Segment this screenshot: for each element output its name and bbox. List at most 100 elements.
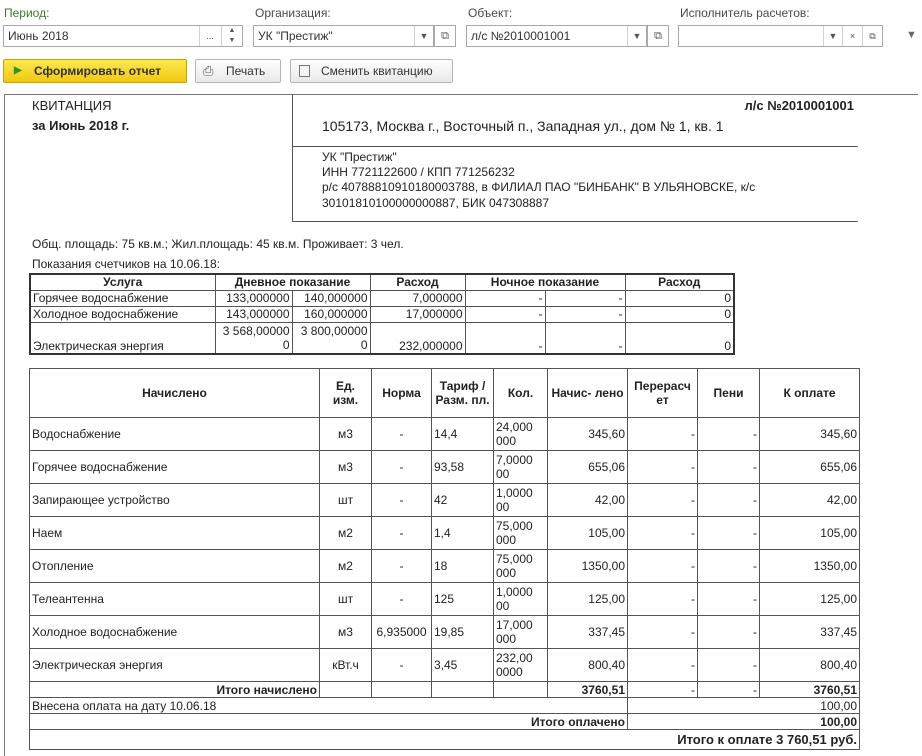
print-button[interactable]: ⎙ Печать xyxy=(195,59,281,83)
receipt-period: за Июнь 2018 г. xyxy=(32,118,130,133)
total-empty-cell xyxy=(319,681,372,698)
paid-total-label: Итого оплачено xyxy=(29,713,628,730)
meters-header-day: Дневное показание xyxy=(214,273,371,291)
paid-total-value: 100,00 xyxy=(627,713,860,730)
account-number: л/с №2010001001 xyxy=(744,98,854,113)
doc-top-border xyxy=(4,94,918,95)
org-divider xyxy=(292,221,858,222)
meter-night-curr: - xyxy=(544,289,626,307)
charge-recalc: - xyxy=(627,483,698,517)
clear-icon[interactable]: × xyxy=(842,26,862,46)
meters-header-night-usage: Расход xyxy=(624,273,735,291)
total-fine: - xyxy=(697,681,760,698)
charges-total-row: Итого начислено 3760,51 - - 3760,51 xyxy=(29,681,860,698)
charge-row: Горячее водоснабжение м3-93,58 7,0000 00 65… xyxy=(29,450,860,484)
charge-unit: м2 xyxy=(319,549,372,583)
meters-header-row: Услуга Дневное показание Расход Ночное п… xyxy=(29,273,735,291)
org-bank-line-1: р/с 40788810910180003788, в ФИЛИАЛ ПАО "… xyxy=(322,180,756,194)
meters-table: Услуга Дневное показание Расход Ночное п… xyxy=(29,273,735,355)
charge-unit: шт xyxy=(319,582,372,616)
chevron-down-icon[interactable]: ▼ xyxy=(414,26,433,46)
object-label: Объект: xyxy=(468,6,513,20)
meter-day-curr: 140,000000 xyxy=(291,289,371,307)
charge-pay: 655,06 xyxy=(759,450,860,484)
charge-charged: 125,00 xyxy=(547,582,628,616)
paid-value: 100,00 xyxy=(627,697,860,714)
charge-name: Электрическая энергия xyxy=(29,648,320,682)
charge-fine: - xyxy=(697,615,760,649)
total-empty-cell xyxy=(371,681,432,698)
meter-service: Горячее водоснабжение xyxy=(29,289,216,307)
total-charged-label: Итого начислено xyxy=(29,681,320,698)
period-field[interactable]: Июнь 2018 ... ▲ ▼ xyxy=(3,25,243,47)
charge-row: Запирающее устройство шт -42 1,0000 00 42,00… xyxy=(29,483,860,517)
period-choose-button[interactable]: ... xyxy=(199,26,220,46)
chevron-down-icon[interactable]: ▼ xyxy=(823,26,842,46)
object-open-icon[interactable]: ⧉ xyxy=(647,25,669,47)
charge-name: Запирающее устройство xyxy=(29,483,320,517)
org-bank-line-2: 30101810100000000887, БИК 047308887 xyxy=(322,196,550,210)
org-name: УК "Престиж" xyxy=(322,150,397,164)
document-icon xyxy=(299,65,310,77)
organization-open-icon[interactable]: ⧉ xyxy=(434,25,456,47)
charge-recalc: - xyxy=(627,417,698,451)
charge-recalc: - xyxy=(627,516,698,550)
meter-day-usage: 7,000000 xyxy=(369,289,466,307)
meter-night-curr: - xyxy=(544,305,626,323)
charges-header-name: Начислено xyxy=(29,368,320,418)
charge-recalc: - xyxy=(627,615,698,649)
charge-qty: 24,000 000 xyxy=(493,417,548,451)
org-inn: ИНН 7721122600 / КПП 771256232 xyxy=(322,165,515,179)
organization-value: УК "Престиж" xyxy=(258,29,333,43)
charge-norm: - xyxy=(371,450,432,484)
meter-night-curr: - xyxy=(544,321,626,355)
charge-norm: - xyxy=(371,483,432,517)
meters-header-day-usage: Расход xyxy=(369,273,466,291)
charge-unit: м3 xyxy=(319,615,372,649)
receipt-document: КВИТАНЦИЯ за Июнь 2018 г. л/с №201000100… xyxy=(0,90,922,756)
period-stepper[interactable]: ▲ ▼ xyxy=(221,26,242,46)
organization-field[interactable]: УК "Престиж" ▼ xyxy=(253,25,434,47)
change-receipt-button[interactable]: Сменить квитанцию xyxy=(290,59,453,83)
open-icon[interactable]: ⧉ xyxy=(862,26,882,46)
charge-charged: 42,00 xyxy=(547,483,628,517)
charge-qty: 232,00 0000 xyxy=(493,648,548,682)
charges-header-charged: Начис- лено xyxy=(547,368,628,418)
charge-pay: 105,00 xyxy=(759,516,860,550)
charge-qty: 17,000 000 xyxy=(493,615,548,649)
chevron-down-icon[interactable]: ▼ xyxy=(627,26,646,46)
executor-field[interactable]: ▼ × ⧉ xyxy=(678,25,883,47)
charge-fine: - xyxy=(697,450,760,484)
charge-row: Наем м2-1,4 75,000 000 105,00- -105,00 xyxy=(29,516,860,550)
charge-name: Отопление xyxy=(29,549,320,583)
paid-total-row: Итого оплачено 100,00 xyxy=(29,713,860,730)
object-field[interactable]: л/с №2010001001 ▼ xyxy=(466,25,647,47)
print-label: Печать xyxy=(226,64,266,78)
charge-pay: 345,60 xyxy=(759,417,860,451)
charge-unit: м3 xyxy=(319,417,372,451)
meter-service: Электрическая энергия xyxy=(29,321,216,355)
charge-tariff: 19,85 xyxy=(431,615,494,649)
dropdown-arrow-icon[interactable]: ▼ xyxy=(906,29,917,41)
charge-recalc: - xyxy=(627,450,698,484)
meter-night-prev: - xyxy=(464,289,546,307)
change-receipt-label: Сменить квитанцию xyxy=(321,64,433,78)
charge-pay: 800,40 xyxy=(759,648,860,682)
charge-name: Горячее водоснабжение xyxy=(29,450,320,484)
generate-report-button[interactable]: ▶ Сформировать отчет xyxy=(3,59,187,83)
charge-row: Холодное водоснабжение м3 6,935000 19,85 17,… xyxy=(29,615,860,649)
charges-header-tariff: Тариф / Разм. пл. xyxy=(431,368,494,418)
meter-service: Холодное водоснабжение xyxy=(29,305,216,323)
charges-header-fine: Пени xyxy=(697,368,760,418)
meter-night-prev: - xyxy=(464,305,546,323)
charge-tariff: 3,45 xyxy=(431,648,494,682)
charge-qty: 1,0000 00 xyxy=(493,483,548,517)
paid-label: Внесена оплата на дату 10.06.18 xyxy=(29,697,628,714)
charge-row: Водоснабжение м3-14,4 24,000 000 345,60- -34… xyxy=(29,417,860,451)
grand-total: Итого к оплате 3 760,51 руб. xyxy=(29,729,860,750)
receipt-title: КВИТАНЦИЯ xyxy=(32,98,112,113)
charge-tariff: 18 xyxy=(431,549,494,583)
grand-total-row: Итого к оплате 3 760,51 руб. xyxy=(29,729,860,750)
charge-row: Электрическая энергия кВт.ч -3,45 232,00 00… xyxy=(29,648,860,682)
charge-norm: 6,935000 xyxy=(371,615,432,649)
